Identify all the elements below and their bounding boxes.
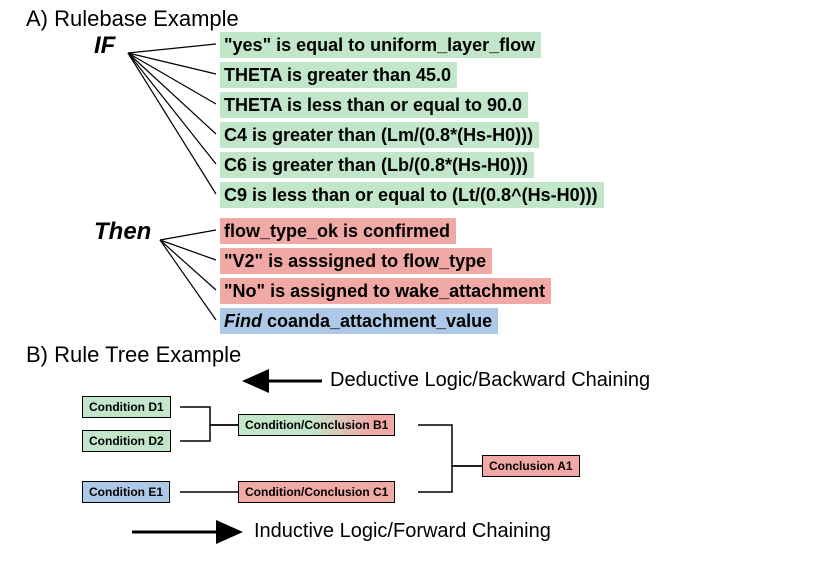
inductive-arrow xyxy=(0,0,837,566)
